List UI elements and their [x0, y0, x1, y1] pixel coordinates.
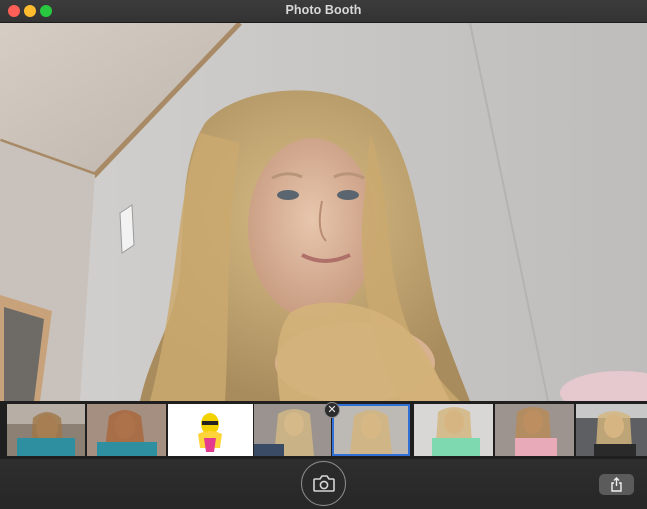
take-photo-button[interactable] — [301, 461, 346, 506]
thumbnail-photo-1[interactable] — [7, 404, 85, 456]
title-bar: Photo Booth — [0, 0, 647, 23]
window-title: Photo Booth — [285, 3, 362, 17]
thumbnail-photo-8[interactable] — [576, 404, 647, 456]
thumbnail-photo-5[interactable] — [332, 404, 410, 456]
thumbnail-photo-7[interactable] — [495, 404, 574, 456]
close-icon: ✕ — [327, 404, 337, 416]
camera-preview-image — [0, 23, 647, 401]
photo-booth-window: Photo Booth ✕ — [0, 0, 647, 509]
delete-thumbnail-button[interactable]: ✕ — [324, 402, 340, 418]
share-icon — [611, 477, 622, 492]
share-button[interactable] — [599, 474, 634, 495]
thumbnail-photo-4[interactable] — [254, 404, 331, 456]
thumbnail-photo-6[interactable] — [414, 404, 493, 456]
camera-icon — [313, 475, 335, 492]
thumbnail-photo-3[interactable] — [168, 404, 253, 456]
thumbnail-photo-2[interactable] — [87, 404, 166, 456]
camera-preview — [0, 23, 647, 401]
